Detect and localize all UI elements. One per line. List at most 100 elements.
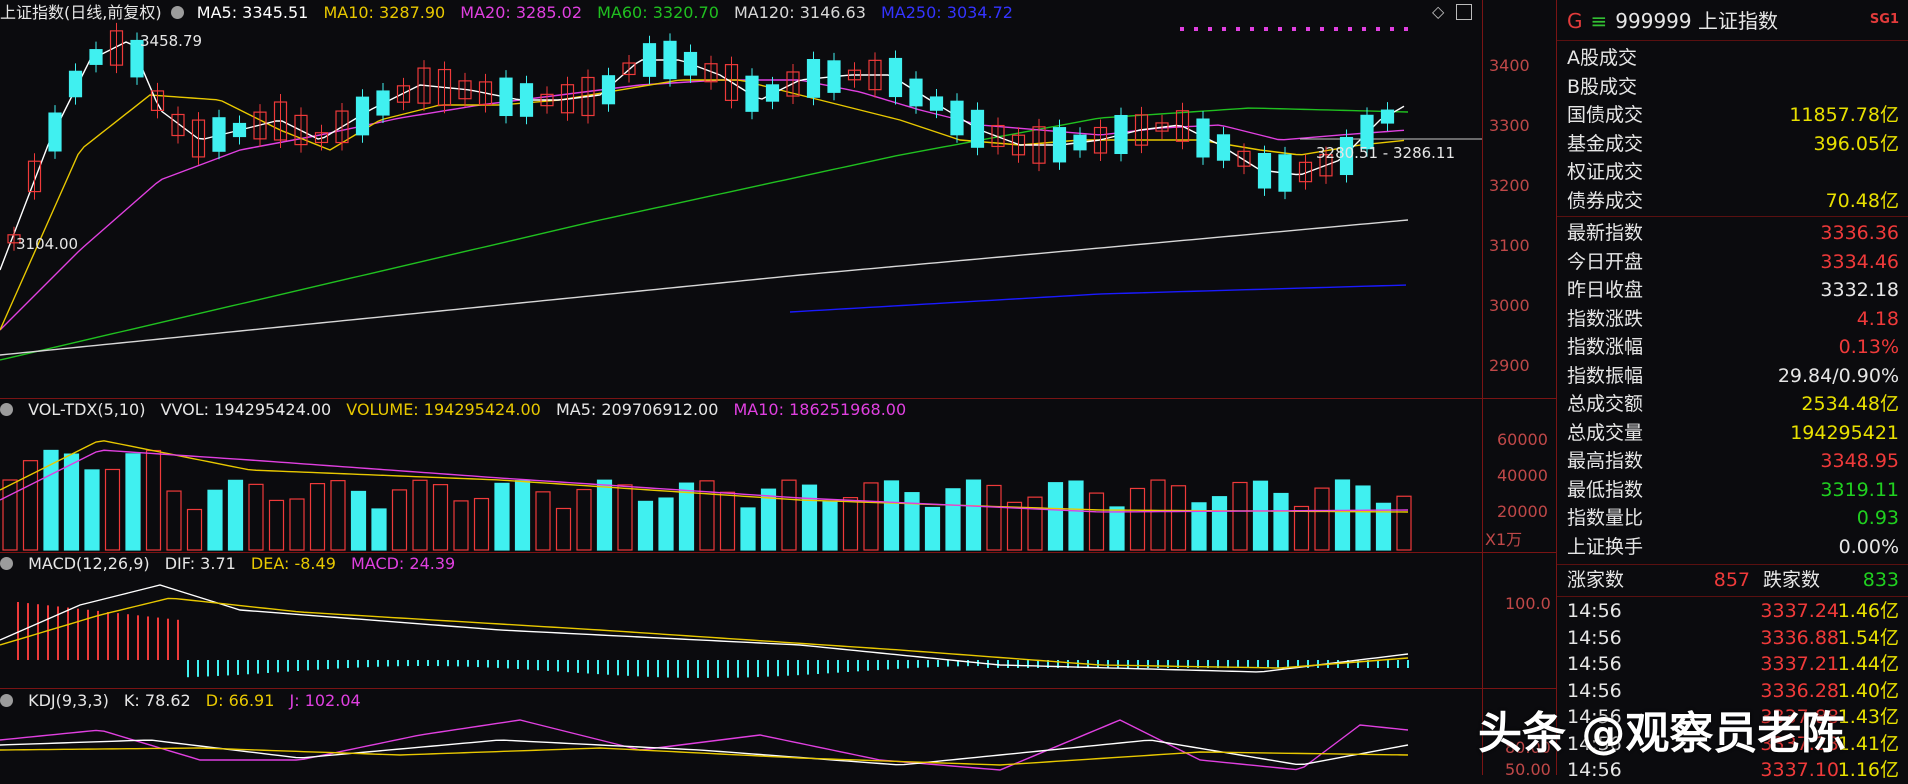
candle-body (827, 60, 841, 93)
tick-row[interactable]: 14:56 3336.88 1.54亿 (1567, 624, 1899, 652)
quote-side-panel: G ≡ 999999 上证指数 SG1 A股成交 B股成交 国债成交 11857.78亿基… (1556, 0, 1908, 781)
up-count: 857 (1713, 569, 1750, 591)
stat-value: 4.18 (1856, 307, 1899, 330)
price-title: 上证指数(日线,前复权) (0, 3, 162, 22)
candle-body (376, 90, 390, 116)
volume-bar (207, 489, 223, 551)
volume-bar (289, 498, 305, 551)
turnover-row: B股成交 (1567, 73, 1899, 101)
stat-value: 70.48亿 (1825, 189, 1899, 212)
volume-bar (945, 488, 961, 551)
volume-bar (965, 479, 982, 551)
candle-body (970, 109, 985, 148)
kdj-j-line (0, 719, 1409, 771)
volume-bar (576, 488, 592, 551)
macd-toggle-icon[interactable] (0, 557, 13, 570)
marker-dot (1222, 27, 1226, 31)
volume-bar (494, 482, 510, 551)
candle-body (683, 51, 698, 76)
marker-dot (1376, 27, 1380, 31)
volume-bar (104, 468, 121, 551)
candle-body (663, 40, 677, 80)
index-stat-row: 今日开盘 3334.46 (1567, 248, 1899, 276)
volume-bar (432, 484, 449, 551)
vol-tick-20000: 20000 (1497, 502, 1548, 521)
volume-bar (986, 484, 1002, 551)
index-code-name: 999999 上证指数 (1615, 9, 1778, 33)
ma5-line (0, 41, 1405, 271)
stat-label: 指数涨幅 (1567, 336, 1644, 358)
quote-header[interactable]: G ≡ 999999 上证指数 (1567, 6, 1778, 36)
ma20-line (0, 79, 1405, 331)
stat-label: 债券成交 (1567, 189, 1644, 212)
axis-tick-3000: 3000 (1489, 296, 1530, 315)
candle-body (212, 117, 226, 152)
volume-bar (617, 484, 633, 551)
volume-bar (883, 480, 900, 551)
volume-bar (781, 479, 797, 551)
g-icon: G (1567, 9, 1583, 33)
stat-label: 指数振幅 (1567, 364, 1644, 387)
sg1-badge: SG1 (1869, 12, 1899, 27)
kdj-toggle-icon[interactable] (0, 694, 13, 707)
stat-label: 基金成交 (1567, 132, 1644, 155)
indicator-toggle-icon[interactable] (170, 6, 184, 19)
index-stat-row: 最低指数 3319.11 (1567, 476, 1899, 504)
vol-tick-60000: 60000 (1497, 430, 1548, 449)
candle-body (765, 84, 780, 102)
marker-dot (1250, 27, 1254, 31)
macd-tick: 100.0 (1505, 594, 1551, 613)
volume-bar (719, 491, 736, 551)
kdj-title: KDJ(9,3,3) (28, 691, 109, 710)
vol-unit: X1万 (1485, 530, 1523, 549)
side-divider-2 (1557, 216, 1908, 217)
volume-bar (350, 490, 367, 551)
stat-value: 11857.78亿 (1789, 104, 1899, 126)
index-stat-row: 指数量比 0.93 (1567, 504, 1899, 532)
stat-value: 3332.18 (1820, 279, 1899, 301)
macd-kdj-divider (0, 688, 1556, 689)
candle-body (806, 59, 821, 98)
stat-label: 最低指数 (1567, 478, 1644, 501)
tick-time: 14:56 (1567, 626, 1622, 649)
ma5-label: MA5: 3345.51 (196, 3, 309, 22)
volume-bar (145, 449, 162, 551)
j-label: J: 102.04 (289, 691, 361, 710)
tick-row[interactable]: 14:56 3337.21 1.44亿 (1567, 650, 1899, 678)
menu-icon[interactable]: ≡ (1591, 9, 1608, 33)
tick-volume: 1.16亿 (1837, 759, 1899, 781)
k-label: K: 78.62 (123, 691, 191, 710)
stat-label: 指数涨跌 (1567, 307, 1644, 330)
range-price-note: 3280.51 - 3286.11 (1316, 144, 1456, 162)
panel-toggle-icon[interactable] (1456, 4, 1472, 20)
index-stat-row: 最新指数 3336.36 (1567, 219, 1899, 247)
index-stat-row: 总成交量 194295421 (1567, 419, 1899, 447)
kline-chart-area[interactable]: 上证指数(日线,前复权) MA5: 3345.51 MA10: 3287.90 … (0, 0, 1482, 775)
candle-body (1257, 152, 1272, 189)
volume-bar (1293, 505, 1310, 551)
diamond-icon[interactable]: ◇ (1432, 2, 1444, 21)
volume-bar (453, 500, 469, 551)
dif-line (0, 584, 1409, 673)
candle-body (601, 75, 616, 105)
low-price-note: 3104.00 (16, 235, 79, 253)
stat-label: 最高指数 (1567, 450, 1644, 472)
tick-row[interactable]: 14:56 3337.24 1.46亿 (1567, 597, 1899, 625)
volume-bar (1211, 496, 1228, 551)
volume-bar (186, 508, 203, 551)
candle-body (642, 43, 657, 77)
down-count: 833 (1862, 569, 1899, 591)
tick-price: 3336.88 (1760, 626, 1839, 649)
marker-dot (1306, 27, 1310, 31)
volume-bar (555, 507, 572, 551)
volume-bar (227, 479, 244, 551)
axis-tick-3300: 3300 (1489, 116, 1530, 135)
volume-bar (268, 499, 285, 551)
volume-bar (309, 483, 326, 551)
tick-price: 3337.21 (1760, 653, 1839, 675)
price-axis: 3400 3300 3200 3100 3000 2900 60000 4000… (1482, 0, 1557, 779)
vol-toggle-icon[interactable] (0, 403, 13, 416)
volume-bar (1047, 482, 1064, 551)
volume-bar (63, 453, 80, 551)
stat-label: 权证成交 (1567, 161, 1644, 183)
